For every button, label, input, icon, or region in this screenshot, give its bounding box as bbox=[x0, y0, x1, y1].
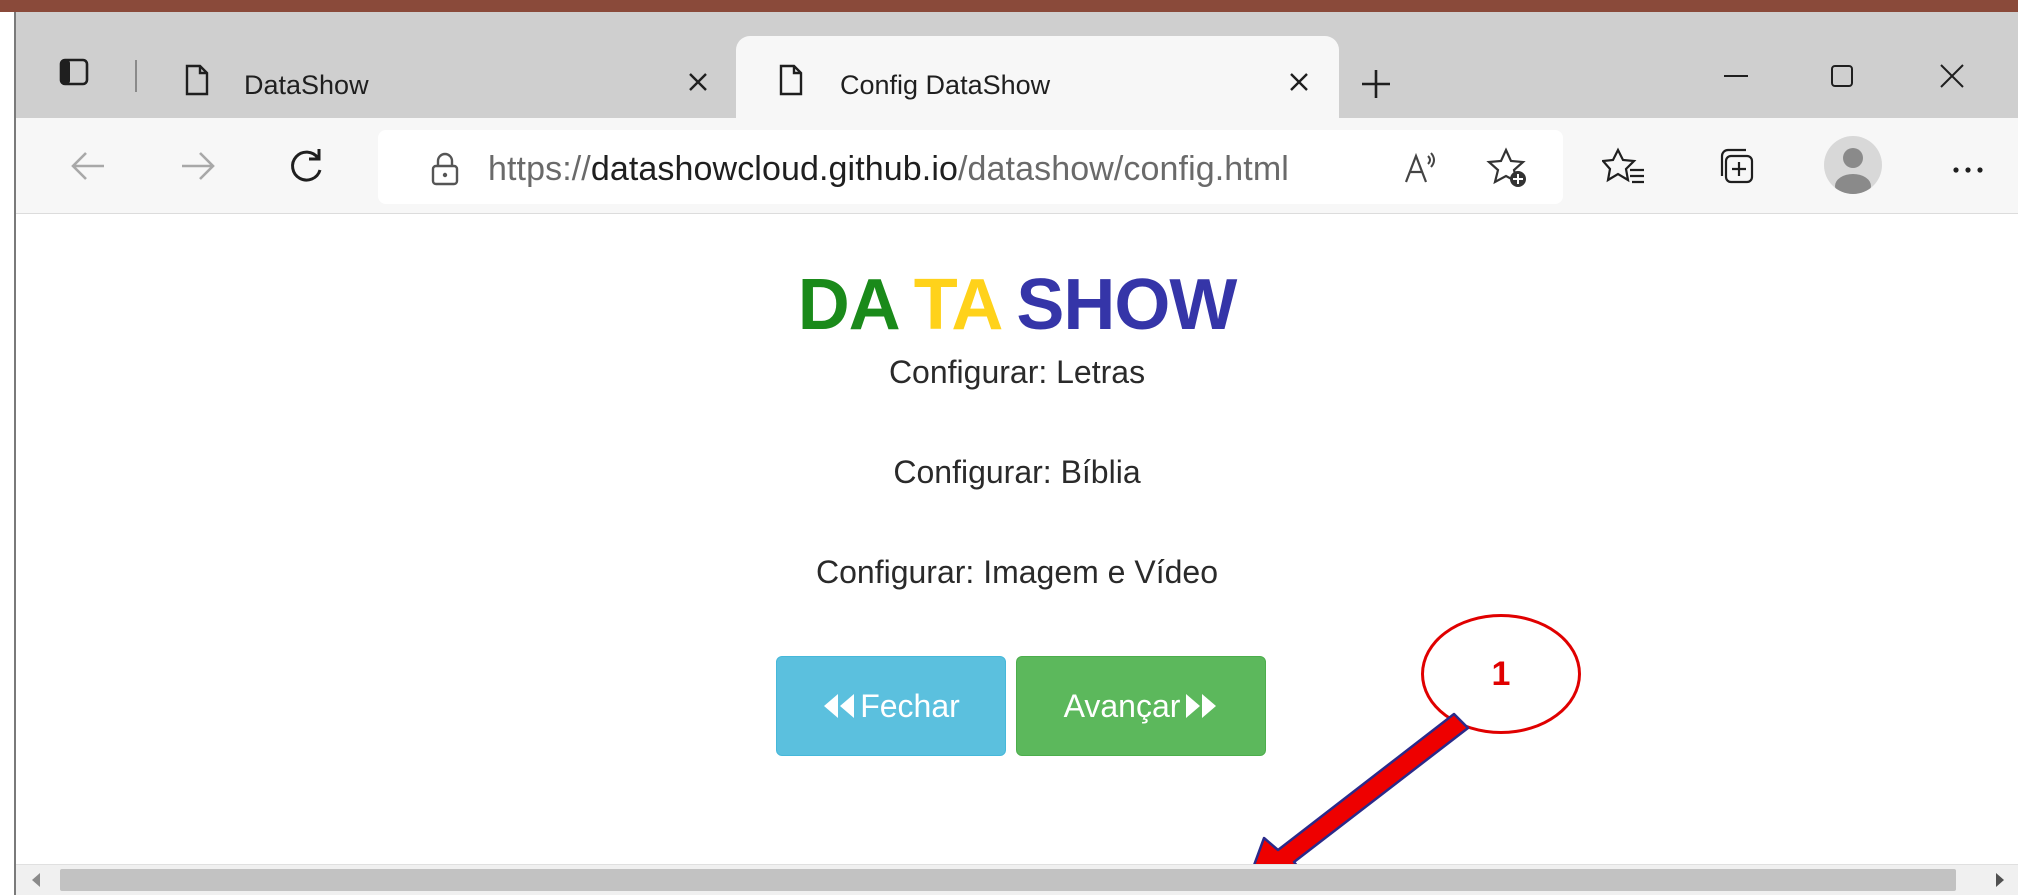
url-path: /datashow/config.html bbox=[957, 150, 1289, 188]
maximize-icon[interactable] bbox=[1822, 56, 1862, 96]
config-letras-link[interactable]: Configurar: Letras bbox=[16, 354, 2018, 391]
fechar-label: Fechar bbox=[860, 687, 960, 724]
back-arrow-icon[interactable] bbox=[66, 144, 110, 188]
tab-actions-button[interactable] bbox=[54, 52, 94, 92]
lock-icon[interactable] bbox=[430, 152, 460, 186]
tab-separator bbox=[135, 60, 137, 92]
datashow-logo: DA TA SHOW bbox=[16, 264, 2018, 346]
tab-datashow[interactable]: DataShow bbox=[156, 36, 738, 118]
forward-arrow-icon[interactable] bbox=[176, 144, 220, 188]
logo-part-da: DA bbox=[797, 265, 901, 345]
fechar-button[interactable]: Fechar bbox=[776, 656, 1006, 756]
page-icon bbox=[185, 64, 209, 96]
tab-title: DataShow bbox=[244, 70, 369, 100]
logo-part-show: SHOW bbox=[1016, 265, 1237, 345]
minimize-icon[interactable] bbox=[1716, 56, 1756, 96]
tab-strip: DataShow Config DataShow bbox=[16, 12, 2018, 118]
tab-title: Config DataShow bbox=[840, 70, 1051, 100]
url-scheme: https:// bbox=[488, 150, 591, 188]
read-aloud-icon[interactable] bbox=[1400, 148, 1440, 188]
new-tab-icon[interactable] bbox=[1356, 64, 1396, 104]
address-bar[interactable]: https://datashowcloud.github.io/datashow… bbox=[378, 130, 1563, 204]
close-tab-icon[interactable] bbox=[684, 68, 712, 96]
favorites-icon[interactable] bbox=[1602, 144, 1646, 188]
close-window-icon[interactable] bbox=[1932, 56, 1972, 96]
scroll-right-icon[interactable] bbox=[1992, 871, 2008, 889]
more-options-icon[interactable] bbox=[1946, 148, 1990, 192]
logo-part-ta: TA bbox=[913, 265, 1004, 345]
browser-toolbar: https://datashowcloud.github.io/datashow… bbox=[16, 118, 2018, 214]
collections-icon[interactable] bbox=[1716, 144, 1760, 188]
profile-avatar[interactable] bbox=[1824, 136, 1882, 194]
tab-actions-icon bbox=[59, 58, 89, 86]
scrollbar-thumb[interactable] bbox=[60, 869, 1956, 891]
config-imagem-video-link[interactable]: Configurar: Imagem e Vídeo bbox=[16, 554, 2018, 591]
url-host: datashowcloud.github.io bbox=[590, 150, 958, 188]
page-content: DA TA SHOW Configurar: Letras Configurar: … bbox=[16, 214, 2018, 895]
reload-icon[interactable] bbox=[284, 144, 328, 188]
window-left-border bbox=[0, 12, 16, 895]
avancar-button[interactable]: Avançar bbox=[1016, 656, 1266, 756]
avancar-label: Avançar bbox=[1063, 687, 1181, 724]
fast-forward-icon bbox=[1186, 694, 1217, 718]
url-text[interactable]: https://datashowcloud.github.io/datashow… bbox=[488, 150, 1289, 189]
window-top-border bbox=[0, 0, 2018, 12]
profile-icon bbox=[1835, 148, 1871, 194]
close-tab-icon[interactable] bbox=[1285, 68, 1313, 96]
browser-window: DataShow Config DataShow https://datasho… bbox=[16, 12, 2018, 895]
horizontal-scrollbar[interactable] bbox=[16, 864, 2018, 895]
fast-backward-icon bbox=[824, 694, 855, 718]
config-biblia-link[interactable]: Configurar: Bíblia bbox=[16, 454, 2018, 491]
add-favorite-icon[interactable] bbox=[1486, 146, 1530, 190]
page-icon bbox=[779, 64, 803, 96]
scroll-left-icon[interactable] bbox=[28, 871, 44, 889]
tab-config-datashow[interactable]: Config DataShow bbox=[736, 36, 1339, 118]
